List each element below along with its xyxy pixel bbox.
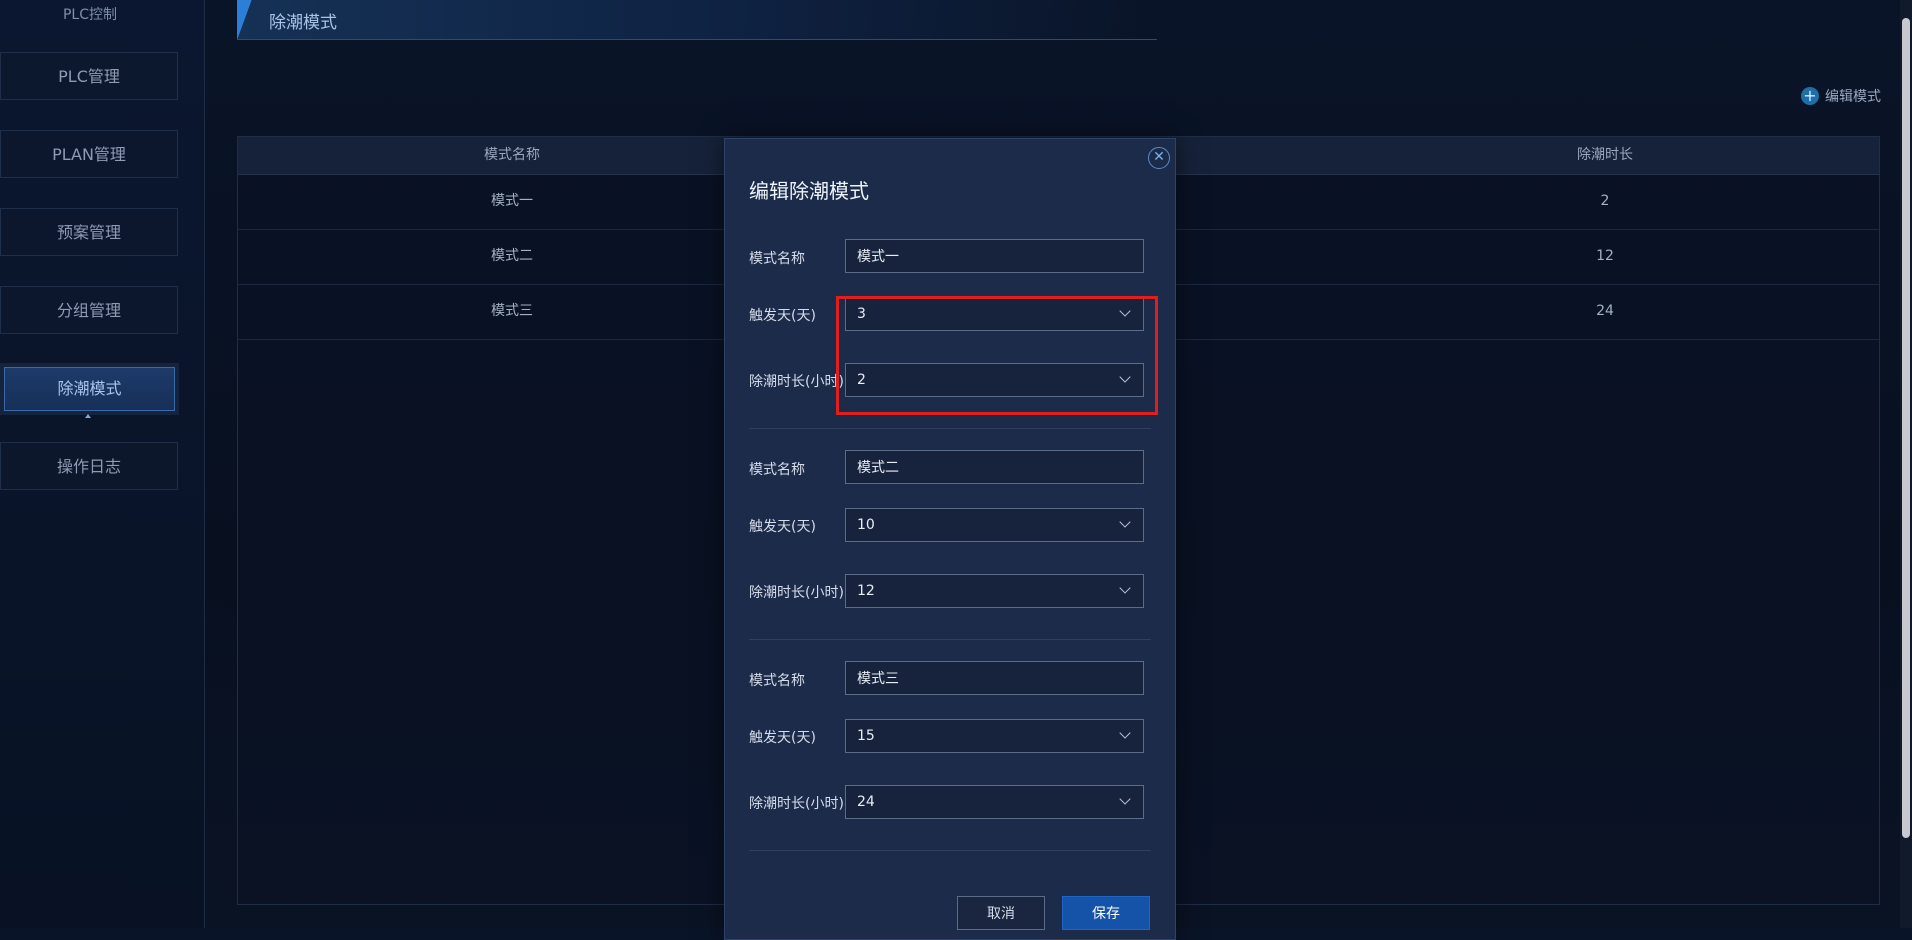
duration-value: 12 <box>857 583 875 599</box>
chevron-down-icon <box>1119 727 1131 739</box>
group-divider <box>749 428 1151 429</box>
trigger-days-select[interactable]: 10 <box>845 508 1144 542</box>
active-indicator-icon <box>85 414 91 418</box>
trigger-days-value: 10 <box>857 517 875 533</box>
group-divider <box>749 850 1151 851</box>
sidebar-item-dehumidify-mode[interactable]: 除潮模式 <box>4 367 175 411</box>
save-button[interactable]: 保存 <box>1062 896 1150 930</box>
group-divider <box>749 639 1151 640</box>
duration-select[interactable]: 12 <box>845 574 1144 608</box>
mode-name-label: 模式名称 <box>749 673 805 689</box>
page-scrollbar[interactable] <box>1900 0 1912 928</box>
sidebar: PLC控制 PLC管理 PLAN管理 预案管理 分组管理 除潮模式 操作日志 <box>0 0 205 928</box>
sidebar-item-plan-management[interactable]: PLAN管理 <box>0 130 178 178</box>
cancel-button[interactable]: 取消 <box>957 896 1045 930</box>
mode-name-input[interactable] <box>845 239 1144 273</box>
scrollbar-thumb[interactable] <box>1902 18 1910 838</box>
edit-mode-label: 编辑模式 <box>1825 89 1881 105</box>
cell-mode-name: 模式一 <box>491 193 533 209</box>
duration-label: 除潮时长(小时) <box>749 796 844 812</box>
close-icon[interactable]: ✕ <box>1148 147 1170 169</box>
sidebar-title: PLC控制 <box>62 7 118 23</box>
trigger-days-label: 触发天(天) <box>749 519 816 535</box>
duration-label: 除潮时长(小时) <box>749 374 844 390</box>
trigger-days-select[interactable]: 15 <box>845 719 1144 753</box>
sidebar-item-plc-management[interactable]: PLC管理 <box>0 52 178 100</box>
page-title: 除潮模式 <box>269 13 337 33</box>
mode-name-input[interactable] <box>845 661 1144 695</box>
cell-duration: 12 <box>1596 248 1614 264</box>
sidebar-item-preplan-management[interactable]: 预案管理 <box>0 208 178 256</box>
edit-mode-button[interactable]: + 编辑模式 <box>1801 86 1881 106</box>
mode-name-label: 模式名称 <box>749 251 805 267</box>
chevron-down-icon <box>1119 582 1131 594</box>
mode-name-label: 模式名称 <box>749 462 805 478</box>
mode-name-input[interactable] <box>845 450 1144 484</box>
trigger-days-label: 触发天(天) <box>749 730 816 746</box>
trigger-days-label: 触发天(天) <box>749 308 816 324</box>
cell-mode-name: 模式二 <box>491 248 533 264</box>
cell-duration: 2 <box>1600 193 1610 209</box>
cell-duration: 24 <box>1596 303 1614 319</box>
annotation-highlight-box <box>836 296 1158 415</box>
cell-mode-name: 模式三 <box>491 303 533 319</box>
edit-mode-dialog: ✕ 编辑除潮模式 模式名称 触发天(天) 3 除潮时长(小时) 2 模式名称 触… <box>724 138 1176 940</box>
sidebar-item-operation-log[interactable]: 操作日志 <box>0 442 178 490</box>
page-header: 除潮模式 <box>237 0 1157 40</box>
chevron-down-icon <box>1119 793 1131 805</box>
duration-label: 除潮时长(小时) <box>749 585 844 601</box>
column-header-mode-name: 模式名称 <box>484 147 540 163</box>
duration-select[interactable]: 24 <box>845 785 1144 819</box>
dialog-title: 编辑除潮模式 <box>749 179 869 203</box>
sidebar-item-group-management[interactable]: 分组管理 <box>0 286 178 334</box>
duration-value: 24 <box>857 794 875 810</box>
chevron-down-icon <box>1119 516 1131 528</box>
column-header-duration: 除潮时长 <box>1577 147 1633 163</box>
plus-circle-icon: + <box>1801 87 1819 105</box>
trigger-days-value: 15 <box>857 728 875 744</box>
header-accent <box>237 0 255 39</box>
